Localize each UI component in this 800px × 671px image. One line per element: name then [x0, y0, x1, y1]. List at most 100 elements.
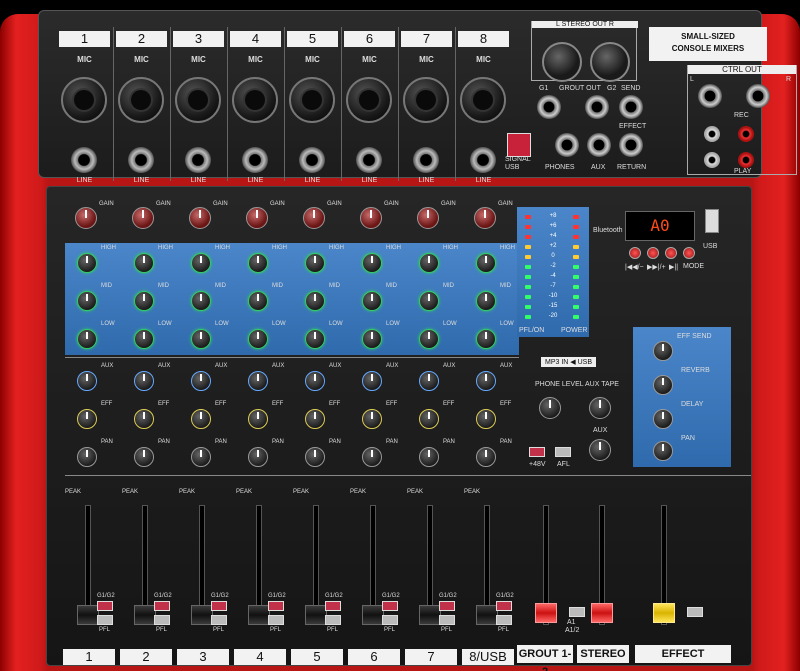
g1g2-button[interactable]: [268, 601, 284, 611]
stereo-out-right-xlr[interactable]: [590, 42, 630, 82]
g1g2-button[interactable]: [325, 601, 341, 611]
afl-button[interactable]: [555, 447, 571, 457]
pfl-button[interactable]: [439, 615, 455, 625]
g2-jack[interactable]: [585, 95, 609, 119]
effect-pfl-button[interactable]: [687, 607, 703, 617]
line-jack-input[interactable]: [356, 147, 382, 173]
rec-rca-right[interactable]: [738, 126, 754, 142]
pfl-button[interactable]: [211, 615, 227, 625]
a1-button[interactable]: [569, 607, 585, 617]
channel-fader[interactable]: [362, 605, 384, 625]
high-eq-knob[interactable]: [476, 253, 496, 273]
mid-eq-knob[interactable]: [77, 291, 97, 311]
g1g2-button[interactable]: [154, 601, 170, 611]
delay-knob[interactable]: [653, 409, 673, 429]
line-jack-input[interactable]: [242, 147, 268, 173]
phone-level-knob[interactable]: [539, 397, 561, 419]
fx-pan-knob[interactable]: [653, 441, 673, 461]
pan-knob[interactable]: [419, 447, 439, 467]
high-eq-knob[interactable]: [248, 253, 268, 273]
low-eq-knob[interactable]: [134, 329, 154, 349]
pan-knob[interactable]: [362, 447, 382, 467]
aux-master-knob[interactable]: [589, 439, 611, 461]
play-rca-right[interactable]: [738, 152, 754, 168]
low-eq-knob[interactable]: [362, 329, 382, 349]
g1g2-button[interactable]: [382, 601, 398, 611]
pfl-button[interactable]: [496, 615, 512, 625]
mic-xlr-input[interactable]: [403, 77, 449, 123]
pfl-button[interactable]: [382, 615, 398, 625]
g1g2-button[interactable]: [439, 601, 455, 611]
g1g2-button[interactable]: [97, 601, 113, 611]
aux-knob[interactable]: [77, 371, 97, 391]
high-eq-knob[interactable]: [362, 253, 382, 273]
mid-eq-knob[interactable]: [362, 291, 382, 311]
high-eq-knob[interactable]: [134, 253, 154, 273]
stereo-fader[interactable]: [591, 603, 613, 623]
aux-knob[interactable]: [191, 371, 211, 391]
eff-knob[interactable]: [305, 409, 325, 429]
line-jack-input[interactable]: [470, 147, 496, 173]
channel-fader[interactable]: [191, 605, 213, 625]
play-rca-left[interactable]: [704, 152, 720, 168]
ctrl-out-left-jack[interactable]: [698, 84, 722, 108]
next-button[interactable]: [647, 247, 659, 259]
aux-knob[interactable]: [134, 371, 154, 391]
channel-fader[interactable]: [305, 605, 327, 625]
mid-eq-knob[interactable]: [248, 291, 268, 311]
line-jack-input[interactable]: [413, 147, 439, 173]
aux-tape-knob[interactable]: [589, 397, 611, 419]
aux-knob[interactable]: [248, 371, 268, 391]
channel-fader[interactable]: [134, 605, 156, 625]
send-jack[interactable]: [619, 95, 643, 119]
mid-eq-knob[interactable]: [191, 291, 211, 311]
high-eq-knob[interactable]: [191, 253, 211, 273]
effect-fader[interactable]: [653, 603, 675, 623]
g1g2-button[interactable]: [496, 601, 512, 611]
pan-knob[interactable]: [77, 447, 97, 467]
eff-knob[interactable]: [191, 409, 211, 429]
aux-knob[interactable]: [305, 371, 325, 391]
high-eq-knob[interactable]: [77, 253, 97, 273]
mid-eq-knob[interactable]: [419, 291, 439, 311]
mid-eq-knob[interactable]: [305, 291, 325, 311]
pan-knob[interactable]: [476, 447, 496, 467]
return-jack[interactable]: [619, 133, 643, 157]
gain-knob[interactable]: [246, 207, 268, 229]
mic-xlr-input[interactable]: [232, 77, 278, 123]
mic-xlr-input[interactable]: [289, 77, 335, 123]
mid-eq-knob[interactable]: [476, 291, 496, 311]
gain-knob[interactable]: [189, 207, 211, 229]
reverb-knob[interactable]: [653, 375, 673, 395]
gain-knob[interactable]: [303, 207, 325, 229]
pan-knob[interactable]: [134, 447, 154, 467]
mic-xlr-input[interactable]: [460, 77, 506, 123]
pfl-button[interactable]: [325, 615, 341, 625]
high-eq-knob[interactable]: [419, 253, 439, 273]
mic-xlr-input[interactable]: [118, 77, 164, 123]
stereo-out-left-xlr[interactable]: [542, 42, 582, 82]
pan-knob[interactable]: [191, 447, 211, 467]
mic-xlr-input[interactable]: [61, 77, 107, 123]
eff-knob[interactable]: [476, 409, 496, 429]
eff-send-knob[interactable]: [653, 341, 673, 361]
channel-fader[interactable]: [77, 605, 99, 625]
gain-knob[interactable]: [360, 207, 382, 229]
pfl-button[interactable]: [268, 615, 284, 625]
low-eq-knob[interactable]: [419, 329, 439, 349]
line-jack-input[interactable]: [128, 147, 154, 173]
low-eq-knob[interactable]: [305, 329, 325, 349]
line-jack-input[interactable]: [185, 147, 211, 173]
gain-knob[interactable]: [75, 207, 97, 229]
aux-knob[interactable]: [476, 371, 496, 391]
low-eq-knob[interactable]: [248, 329, 268, 349]
channel-fader[interactable]: [476, 605, 498, 625]
mid-eq-knob[interactable]: [134, 291, 154, 311]
pfl-button[interactable]: [154, 615, 170, 625]
channel-fader[interactable]: [419, 605, 441, 625]
pan-knob[interactable]: [248, 447, 268, 467]
g1-jack[interactable]: [537, 95, 561, 119]
aux-knob[interactable]: [419, 371, 439, 391]
aux-jack[interactable]: [587, 133, 611, 157]
eff-knob[interactable]: [419, 409, 439, 429]
